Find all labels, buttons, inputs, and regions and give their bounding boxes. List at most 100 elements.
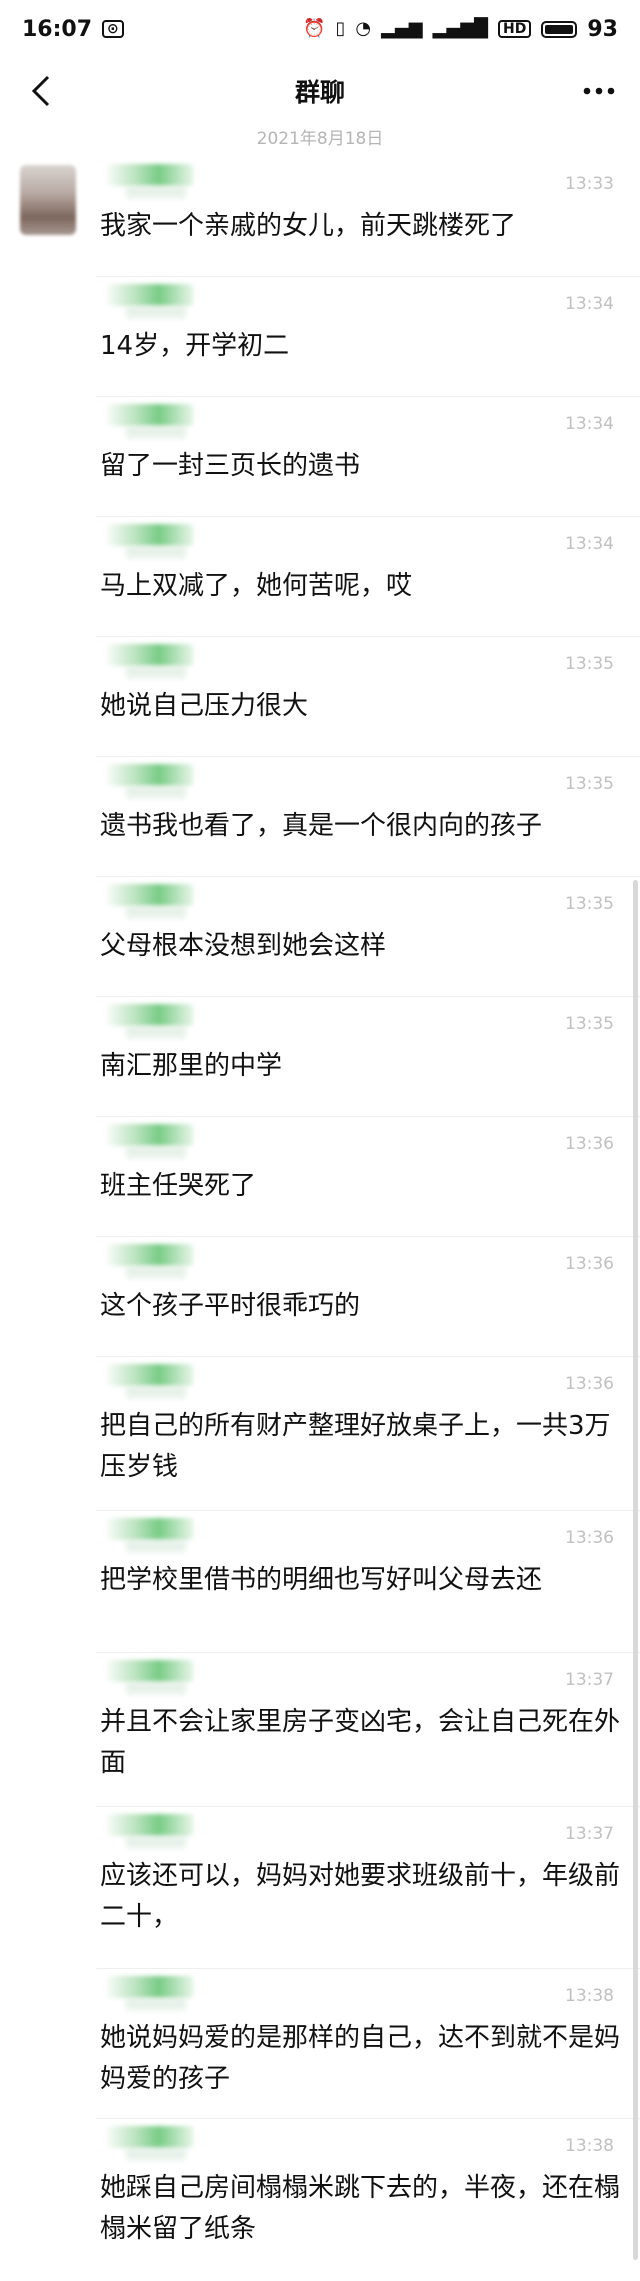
notification-icon: ⊙	[102, 20, 124, 38]
sender-blur	[126, 1386, 186, 1398]
message-text: 马上双减了，她何苦呢，哎	[100, 571, 413, 601]
divider	[96, 756, 640, 757]
sender-blur	[126, 1146, 186, 1158]
message-time: 13:38	[565, 2136, 614, 2156]
message-time: 13:36	[565, 1528, 614, 1548]
divider	[96, 396, 640, 397]
message-item[interactable]: 13:34 马上双减了，她何苦呢，哎	[96, 518, 640, 636]
sender-blur	[126, 786, 186, 798]
message-item[interactable]: 13:38 她踩自己房间榻榻米跳下去的，半夜，还在榻榻米留了纸条	[96, 2120, 640, 2281]
sender-blur	[126, 1836, 186, 1848]
message-text: 她说自己压力很大	[100, 691, 309, 721]
divider	[96, 1510, 640, 1511]
status-bar: 16:07 ⊙ ⏰ ▯ ◔ ▂▄▆ ▂▄▆█ HD 93	[0, 0, 640, 58]
divider	[96, 1236, 640, 1237]
message-text: 把学校里借书的明细也写好叫父母去还	[100, 1565, 543, 1595]
sender-name-blurred	[106, 1814, 194, 1836]
message-item[interactable]: 13:36 班主任哭死了	[96, 1118, 640, 1236]
message-time: 13:36	[565, 1134, 614, 1154]
alarm-icon: ⏰	[303, 18, 326, 39]
sender-name-blurred	[106, 1244, 194, 1266]
chevron-left-icon	[31, 75, 50, 107]
message-time: 13:35	[565, 654, 614, 674]
message-item[interactable]: 13:37 应该还可以，妈妈对她要求班级前十，年级前二十，	[96, 1808, 640, 1968]
sender-blur	[126, 186, 186, 198]
message-time: 13:37	[565, 1670, 614, 1690]
message-text: 南汇那里的中学	[100, 1051, 283, 1081]
signal-4g-icon-2: ▂▄▆█	[432, 18, 489, 39]
vibrate-icon: ▯	[335, 18, 346, 39]
divider	[96, 2118, 640, 2119]
more-button[interactable]	[572, 66, 626, 116]
message-time: 13:37	[565, 1824, 614, 1844]
sender-name-blurred	[106, 1004, 194, 1026]
battery-icon	[541, 20, 578, 38]
message-time: 13:33	[565, 174, 614, 194]
signal-4g-icon: ▂▄▆	[381, 18, 423, 39]
divider	[96, 1806, 640, 1807]
message-text: 这个孩子平时很乖巧的	[100, 1291, 361, 1321]
status-time: 16:07	[22, 16, 93, 42]
message-text: 应该还可以，妈妈对她要求班级前十，年级前二十，	[100, 1861, 621, 1932]
sender-name-blurred	[106, 644, 194, 666]
message-text: 14岁，开学初二	[100, 331, 290, 361]
message-text: 我家一个亲戚的女儿，前天跳楼死了	[100, 211, 517, 241]
message-item[interactable]: 13:37 并且不会让家里房子变凶宅，会让自己死在外面	[96, 1654, 640, 1806]
divider	[96, 1116, 640, 1117]
divider	[96, 1968, 640, 1969]
message-text: 遗书我也看了，真是一个很内向的孩子	[100, 811, 543, 841]
message-text: 班主任哭死了	[100, 1171, 257, 1201]
message-time: 13:35	[565, 894, 614, 914]
message-item[interactable]: 13:34 14岁，开学初二	[96, 278, 640, 396]
wifi-icon: ◔	[355, 18, 372, 39]
divider	[96, 1652, 640, 1653]
avatar[interactable]	[20, 165, 76, 235]
message-text: 她说妈妈爱的是那样的自己，达不到就不是妈妈爱的孩子	[100, 2023, 621, 2094]
message-time: 13:34	[565, 414, 614, 434]
message-item[interactable]: 13:35 父母根本没想到她会这样	[96, 878, 640, 996]
sender-name-blurred	[106, 524, 194, 546]
sender-blur	[126, 666, 186, 678]
sender-name-blurred	[106, 1976, 194, 1998]
sender-blur	[126, 1540, 186, 1552]
message-item[interactable]: 13:35 她说自己压力很大	[96, 638, 640, 756]
status-left: 16:07 ⊙	[22, 17, 124, 42]
sender-blur	[126, 906, 186, 918]
sender-name-blurred	[106, 164, 194, 186]
message-item[interactable]: 13:35 南汇那里的中学	[96, 998, 640, 1116]
message-time: 13:35	[565, 774, 614, 794]
divider	[96, 876, 640, 877]
sender-name-blurred	[106, 1518, 194, 1540]
message-time: 13:38	[565, 1986, 614, 2006]
message-text: 把自己的所有财产整理好放桌子上，一共3万压岁钱	[100, 1411, 611, 1482]
sender-name-blurred	[106, 2126, 194, 2148]
message-item[interactable]: 13:36 把学校里借书的明细也写好叫父母去还	[96, 1512, 640, 1652]
scrollbar[interactable]	[633, 880, 638, 2260]
sender-blur	[126, 306, 186, 318]
sender-blur	[126, 1682, 186, 1694]
message-item[interactable]: 13:34 留了一封三页长的遗书	[96, 398, 640, 516]
hd-icon: HD	[498, 20, 532, 38]
message-text: 她踩自己房间榻榻米跳下去的，半夜，还在榻榻米留了纸条	[100, 2173, 621, 2244]
message-item[interactable]: 13:36 这个孩子平时很乖巧的	[96, 1238, 640, 1356]
sender-name-blurred	[106, 884, 194, 906]
date-separator: 2021年8月18日	[256, 129, 384, 149]
divider	[96, 516, 640, 517]
message-item[interactable]: 13:38 她说妈妈爱的是那样的自己，达不到就不是妈妈爱的孩子	[96, 1970, 640, 2118]
sender-blur	[126, 2148, 186, 2160]
sender-blur	[126, 1026, 186, 1038]
sender-blur	[126, 426, 186, 438]
more-dots-icon	[583, 87, 615, 95]
message-item[interactable]: 13:33 我家一个亲戚的女儿，前天跳楼死了	[96, 158, 640, 276]
message-item[interactable]: 13:36 把自己的所有财产整理好放桌子上，一共3万压岁钱	[96, 1358, 640, 1510]
status-right: ⏰ ▯ ◔ ▂▄▆ ▂▄▆█ HD 93	[303, 17, 618, 42]
page-title: 群聊	[294, 78, 345, 107]
message-time: 13:36	[565, 1374, 614, 1394]
back-button[interactable]	[18, 66, 64, 116]
message-text: 并且不会让家里房子变凶宅，会让自己死在外面	[100, 1707, 621, 1778]
message-time: 13:34	[565, 294, 614, 314]
message-text: 留了一封三页长的遗书	[100, 451, 361, 481]
sender-name-blurred	[106, 284, 194, 306]
divider	[96, 996, 640, 997]
message-item[interactable]: 13:35 遗书我也看了，真是一个很内向的孩子	[96, 758, 640, 876]
